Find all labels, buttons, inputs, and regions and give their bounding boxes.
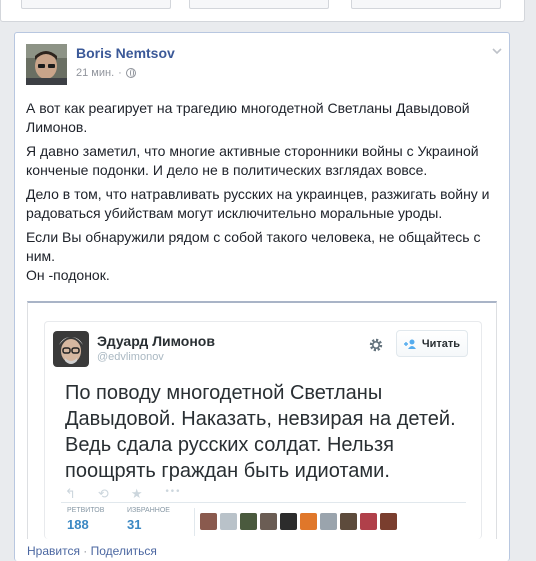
stats-divider	[194, 508, 195, 536]
retweeter-avatar[interactable]	[320, 513, 337, 530]
retweets-count[interactable]: 188	[67, 517, 89, 532]
gear-icon[interactable]	[368, 337, 384, 353]
previous-post-button-3[interactable]	[351, 0, 501, 9]
retweets-label: РЕТВИТОВ	[67, 507, 105, 514]
retweeter-avatar[interactable]	[360, 513, 377, 530]
favorite-icon[interactable]: ★	[131, 487, 143, 502]
tweet-text: По поводу многодетной Светланы Давыдовой…	[65, 382, 456, 482]
tweet-actions: ↰ ⟲ ★ •••	[65, 487, 180, 502]
follow-button[interactable]: Читать	[396, 330, 468, 357]
retweeter-avatar[interactable]	[300, 513, 317, 530]
tweet-author-name[interactable]: Эдуард Лимонов	[97, 333, 215, 349]
post-paragraph: Он -подонок.	[26, 267, 110, 283]
tweet: Эдуард Лимонов @edvlimonov Читать По пов…	[44, 321, 482, 539]
previous-post-button-2[interactable]	[189, 0, 329, 9]
favorites-label: ИЗБРАННОЕ	[127, 507, 170, 514]
more-icon[interactable]: •••	[164, 487, 180, 502]
post-paragraph: Дело в том, что натравливать русских на …	[26, 186, 490, 221]
facebook-post: Boris Nemtsov 21 мин. · А вот как реагир…	[14, 32, 510, 561]
chevron-down-icon[interactable]	[491, 45, 503, 57]
post-paragraph: А вот как реагирует на трагедию многодет…	[26, 100, 470, 135]
post-paragraph: Я давно заметил, что многие активные сто…	[26, 143, 479, 178]
post-meta: 21 мин. ·	[76, 67, 136, 79]
tweet-author-handle[interactable]: @edvlimonov	[97, 351, 164, 363]
retweeter-avatar[interactable]	[380, 513, 397, 530]
post-time[interactable]: 21 мин.	[76, 67, 114, 79]
retweeter-avatar[interactable]	[200, 513, 217, 530]
retweeter-avatar[interactable]	[220, 513, 237, 530]
like-link[interactable]: Нравится	[27, 544, 80, 558]
globe-icon[interactable]	[125, 68, 136, 78]
follow-label: Читать	[421, 337, 461, 350]
author-avatar[interactable]	[26, 44, 67, 85]
tweet-author-avatar[interactable]	[53, 331, 89, 367]
previous-post-strip	[0, 0, 525, 22]
retweeter-avatar[interactable]	[260, 513, 277, 530]
tweet-divider	[61, 502, 466, 503]
author-name[interactable]: Boris Nemtsov	[76, 45, 175, 61]
post-paragraph: Если Вы обнаружили рядом с собой такого …	[26, 229, 481, 264]
retweeter-avatar[interactable]	[280, 513, 297, 530]
post-actions: Нравится · Поделиться	[27, 544, 157, 558]
previous-post-button-1[interactable]	[21, 0, 171, 9]
share-link[interactable]: Поделиться	[91, 544, 157, 558]
favorites-count[interactable]: 31	[127, 517, 141, 532]
retweet-icon[interactable]: ⟲	[98, 487, 109, 502]
meta-separator: ·	[118, 67, 122, 79]
embedded-tweet-card[interactable]: Эдуард Лимонов @edvlimonov Читать По пов…	[27, 301, 497, 539]
retweeter-avatars	[200, 513, 397, 530]
retweeter-avatar[interactable]	[340, 513, 357, 530]
reply-icon[interactable]: ↰	[65, 487, 76, 502]
footer-separator: ·	[83, 544, 88, 558]
retweeter-avatar[interactable]	[240, 513, 257, 530]
add-user-icon	[403, 339, 416, 349]
post-text: А вот как реагирует на трагедию многодет…	[26, 99, 501, 290]
